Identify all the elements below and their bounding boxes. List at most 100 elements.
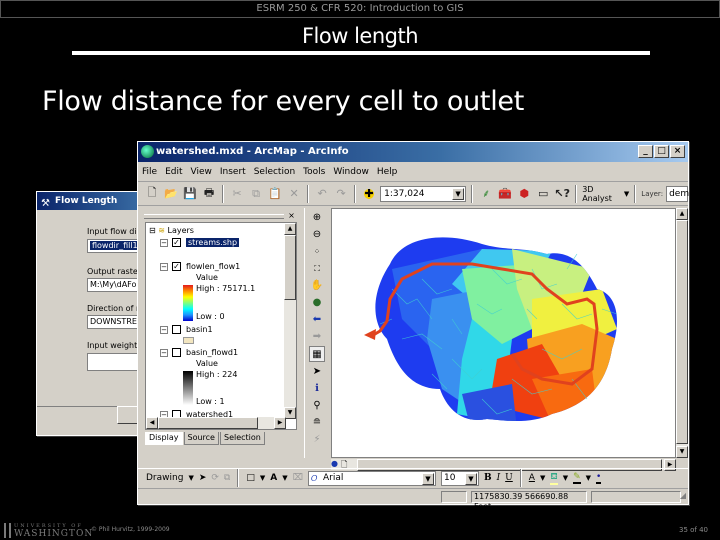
tab-display[interactable]: Display — [145, 432, 183, 445]
layer-checkbox[interactable]: ✓ — [172, 262, 181, 271]
fixed-zoom-in-icon[interactable]: ⁘ — [309, 244, 325, 260]
map-scale-combo[interactable]: 1:37,024 ▼ — [380, 185, 467, 202]
chevron-down-icon[interactable]: ▼ — [282, 474, 287, 482]
scroll-thumb[interactable] — [676, 220, 688, 444]
3d-analyst-menu[interactable]: 3D Analyst — [582, 185, 621, 203]
close-button[interactable]: × — [670, 145, 685, 158]
toc-vertical-scrollbar[interactable]: ▲ ▼ — [284, 223, 296, 419]
menu-window[interactable]: Window — [333, 162, 369, 181]
chevron-down-icon[interactable]: ▼ — [188, 474, 193, 482]
chevron-down-icon[interactable]: ▼ — [452, 187, 465, 200]
zoom-out-icon[interactable]: ⊖ — [309, 227, 325, 243]
select-features-icon[interactable]: ▦ — [309, 346, 325, 362]
menu-selection[interactable]: Selection — [254, 162, 295, 181]
menu-edit[interactable]: Edit — [165, 162, 182, 181]
font-select[interactable]: 𝑂 Arial ▼ — [308, 470, 436, 486]
save-icon[interactable]: 💾 — [182, 185, 198, 203]
print-icon[interactable]: 🖶 — [201, 185, 217, 203]
toc-drag-handle[interactable] — [144, 214, 284, 219]
drawing-menu[interactable]: Drawing — [146, 473, 183, 483]
bold-button[interactable]: B — [484, 473, 492, 483]
collapse-icon[interactable]: − — [160, 325, 168, 334]
fill-color-icon[interactable]: ⛾ — [550, 472, 558, 485]
tab-source[interactable]: Source — [183, 432, 219, 445]
hyperlink-icon[interactable]: ⚡ — [309, 432, 325, 448]
toc-horizontal-scrollbar[interactable]: ◀ ▶ — [146, 417, 286, 429]
collapse-icon[interactable]: − — [160, 262, 168, 271]
rotate-icon[interactable]: ⟳ — [211, 473, 219, 483]
maximize-button[interactable]: □ — [654, 145, 669, 158]
font-color-icon[interactable]: A — [529, 473, 535, 483]
back-icon[interactable]: ⬅ — [309, 312, 325, 328]
open-icon[interactable]: 📂 — [163, 185, 179, 203]
scroll-thumb[interactable] — [158, 417, 258, 429]
rectangle-icon[interactable]: □ — [246, 473, 255, 483]
map-display[interactable] — [331, 208, 676, 458]
arccatalog-icon[interactable]: ⬢ — [516, 185, 532, 203]
layer-row[interactable]: − ✓ streams.shp — [160, 237, 240, 249]
redo-icon[interactable]: ↷ — [333, 185, 349, 203]
layers-root[interactable]: ⊟ ≋ Layers — [149, 225, 194, 237]
scroll-down-icon[interactable]: ▼ — [676, 446, 688, 458]
cut-icon[interactable]: ✂ — [229, 185, 245, 203]
editor-icon[interactable]: ⸙ — [478, 185, 494, 203]
edit-vertices-icon[interactable]: ⌧ — [293, 473, 303, 483]
collapse-icon[interactable]: − — [160, 348, 168, 357]
scroll-up-icon[interactable]: ▲ — [676, 208, 688, 220]
command-line-icon[interactable]: ▭ — [535, 185, 551, 203]
forward-icon[interactable]: ➡ — [309, 329, 325, 345]
add-data-icon[interactable]: ✚ — [361, 184, 378, 203]
menu-help[interactable]: Help — [377, 162, 398, 181]
line-color-icon[interactable]: ✎ — [573, 472, 581, 484]
chevron-down-icon[interactable]: ▼ — [563, 474, 568, 482]
collapse-icon[interactable]: ⊟ — [149, 226, 156, 235]
paste-icon[interactable]: 📋 — [267, 185, 283, 203]
scroll-thumb[interactable] — [284, 235, 296, 300]
identify-icon[interactable]: ℹ — [309, 381, 325, 397]
chevron-down-icon[interactable]: ▼ — [586, 474, 591, 482]
scroll-left-icon[interactable]: ◀ — [146, 417, 158, 429]
chevron-down-icon[interactable]: ▼ — [260, 474, 265, 482]
dialog-titlebar[interactable]: ⚒ Flow Length — [37, 192, 145, 210]
toc-close-icon[interactable]: × — [286, 211, 297, 222]
map-vertical-scrollbar[interactable]: ▲ ▼ — [676, 208, 688, 458]
measure-icon[interactable]: ≘ — [309, 415, 325, 431]
layer-row[interactable]: − basin1 — [160, 324, 213, 336]
menu-tools[interactable]: Tools — [303, 162, 325, 181]
zoom-to-elements-icon[interactable]: ⧉ — [224, 473, 230, 483]
chevron-down-icon[interactable]: ▼ — [540, 474, 545, 482]
collapse-icon[interactable]: − — [160, 238, 168, 247]
arctoolbox-icon[interactable]: 🧰 — [497, 185, 513, 203]
pointer-icon[interactable]: ➤ — [309, 364, 325, 380]
layer-checkbox[interactable] — [172, 325, 181, 334]
delete-icon[interactable]: ✕ — [286, 185, 302, 203]
marker-color-icon[interactable]: • — [596, 472, 602, 484]
menu-insert[interactable]: Insert — [220, 162, 246, 181]
select-elements-icon[interactable]: ➤ — [199, 473, 207, 483]
scroll-right-icon[interactable]: ▶ — [274, 417, 286, 429]
whats-this-icon[interactable]: ↖? — [554, 185, 570, 203]
chevron-down-icon[interactable]: ▼ — [422, 472, 434, 485]
menu-file[interactable]: File — [142, 162, 157, 181]
fixed-zoom-out-icon[interactable]: ⛶ — [309, 261, 325, 277]
font-size-select[interactable]: 10 ▼ — [441, 470, 479, 486]
arcmap-titlebar[interactable]: watershed.mxd - ArcMap - ArcInfo _ □ × — [138, 142, 688, 162]
data-view-icon[interactable]: ● — [331, 459, 338, 468]
resize-grip-icon[interactable]: ◢ — [680, 491, 686, 500]
chevron-down-icon[interactable]: ▼ — [624, 190, 629, 198]
new-icon[interactable]: 🗋 — [144, 185, 160, 203]
full-extent-icon[interactable]: ● — [309, 295, 325, 311]
undo-icon[interactable]: ↶ — [314, 185, 330, 203]
find-icon[interactable]: ⚲ — [309, 398, 325, 414]
layer-checkbox[interactable]: ✓ — [172, 238, 181, 247]
tab-selection[interactable]: Selection — [219, 432, 265, 445]
menu-view[interactable]: View — [191, 162, 212, 181]
layer-select[interactable]: dem — [666, 185, 689, 202]
italic-button[interactable]: I — [497, 473, 501, 483]
chevron-down-icon[interactable]: ▼ — [465, 472, 477, 485]
pan-icon[interactable]: ✋ — [309, 278, 325, 294]
scroll-up-icon[interactable]: ▲ — [284, 223, 296, 235]
underline-button[interactable]: U — [505, 473, 513, 483]
minimize-button[interactable]: _ — [638, 145, 653, 158]
copy-icon[interactable]: ⧉ — [248, 185, 264, 203]
